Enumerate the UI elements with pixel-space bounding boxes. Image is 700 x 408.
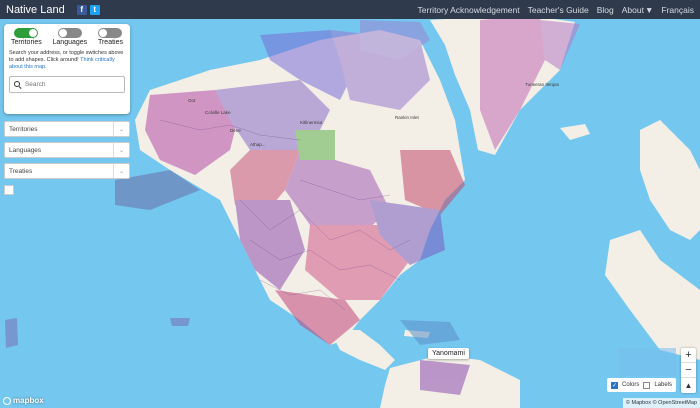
map-label: Tuneeran Ilerqan	[525, 82, 560, 87]
territory-tooltip: Yanomami	[428, 348, 469, 359]
search-input[interactable]	[24, 81, 124, 88]
colors-label: Colors	[622, 382, 640, 388]
colors-checkbox[interactable]: ✓	[611, 381, 618, 389]
toggle-languages[interactable]: Languages	[52, 28, 88, 46]
search-box[interactable]	[9, 76, 125, 93]
languages-select[interactable]: Languages ⌄	[4, 142, 130, 158]
chevron-down-icon: ⌄	[113, 143, 129, 157]
zoom-out-button[interactable]: −	[681, 363, 696, 378]
nav-blog[interactable]: Blog	[597, 5, 614, 15]
layer-toggles: Territories Languages Treaties	[9, 28, 125, 46]
labels-checkbox[interactable]	[643, 381, 651, 389]
chevron-down-icon: ⌄	[113, 164, 129, 178]
social-links: f t	[76, 4, 100, 15]
map-inset	[618, 348, 676, 376]
control-panel: Territories Languages Treaties Search yo…	[4, 24, 130, 114]
map-label: Dene	[230, 128, 241, 133]
nav-territory-acknowledgement[interactable]: Territory Acknowledgement	[418, 5, 520, 15]
zoom-in-button[interactable]: +	[681, 348, 696, 363]
nav-about-label: About	[621, 4, 644, 15]
map-attribution[interactable]: © Mapbox © OpenStreetMap	[622, 398, 700, 408]
compass-icon[interactable]: ▲	[681, 378, 696, 393]
toggle-territories[interactable]: Territories	[11, 28, 42, 46]
nav-teachers-guide[interactable]: Teacher's Guide	[528, 5, 589, 15]
toggle-label: Languages	[52, 39, 88, 46]
mapbox-logo-text: mapbox	[13, 396, 44, 405]
zoom-controls: + − ▲	[681, 348, 696, 393]
nav-about[interactable]: About▼	[622, 5, 654, 15]
map-label: Colville Lake	[205, 110, 231, 115]
toggle-label: Treaties	[97, 39, 123, 46]
labels-label: Labels	[654, 382, 673, 388]
chevron-down-icon: ⌄	[113, 122, 129, 136]
toggle-treaties[interactable]: Treaties	[98, 28, 123, 46]
nav-links: Territory Acknowledgement Teacher's Guid…	[418, 5, 694, 15]
top-navbar: Native Land f t Territory Acknowledgemen…	[0, 0, 700, 19]
switch-knob	[29, 29, 38, 37]
select-label: Treaties	[9, 167, 33, 175]
toggle-label: Territories	[11, 39, 42, 46]
help-text: Search your address, or toggle switches …	[9, 50, 125, 71]
search-icon	[14, 81, 21, 88]
map-control-square[interactable]	[4, 185, 14, 195]
twitter-icon[interactable]: t	[89, 4, 100, 15]
facebook-icon[interactable]: f	[76, 4, 87, 15]
select-label: Territories	[9, 125, 38, 133]
switch-knob	[99, 29, 108, 37]
select-label: Languages	[9, 146, 42, 154]
mapbox-logo-icon	[3, 396, 11, 405]
brand-title[interactable]: Native Land	[6, 4, 65, 16]
treaties-select[interactable]: Treaties ⌄	[4, 163, 130, 179]
map-label: Kitlinermiut	[300, 120, 323, 125]
map-label: Oot	[188, 98, 196, 103]
caret-down-icon: ▼	[644, 4, 654, 15]
map-label: Rankin Inlet	[395, 115, 419, 120]
nav-francais[interactable]: Français	[661, 5, 694, 15]
mapbox-logo[interactable]: mapbox	[3, 396, 44, 405]
languages-switch[interactable]	[57, 28, 82, 38]
territories-select[interactable]: Territories ⌄	[4, 121, 130, 137]
treaties-switch[interactable]	[98, 28, 123, 38]
display-options: ✓ Colors Labels	[607, 378, 677, 392]
map-label: Athap...	[250, 142, 266, 147]
territories-switch[interactable]	[14, 28, 39, 38]
switch-knob	[58, 29, 67, 37]
